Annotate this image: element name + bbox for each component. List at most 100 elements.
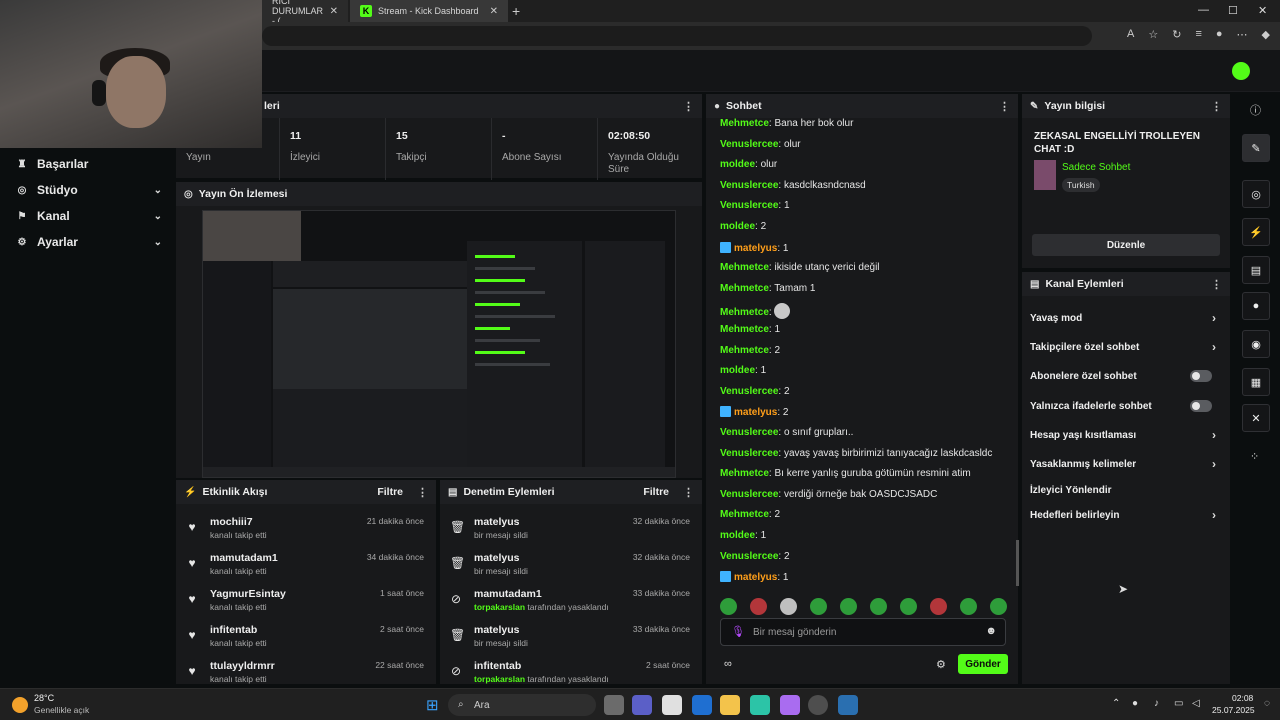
sidebar-item-basarilar[interactable]: ♜ Başarılar — [16, 154, 162, 174]
clock-date[interactable]: 25.07.2025 — [1212, 705, 1255, 715]
chat-username[interactable]: moldee — [720, 365, 755, 376]
emote-icon[interactable] — [900, 598, 917, 615]
chat-username[interactable]: Mehmetce — [720, 345, 769, 356]
moderator-name[interactable]: torpakarslan — [474, 602, 525, 612]
task-view-icon[interactable] — [604, 695, 624, 715]
close-tab-icon[interactable]: ✕ — [490, 6, 498, 17]
stream-preview-video[interactable] — [202, 210, 676, 478]
category-thumbnail[interactable] — [1034, 160, 1056, 190]
moderation-user[interactable]: matelyus — [474, 624, 520, 636]
emoji-picker-icon[interactable]: ☻ — [985, 625, 997, 637]
moderation-user[interactable]: matelyus — [474, 552, 520, 564]
chat-scrollbar[interactable] — [1016, 540, 1019, 586]
send-button[interactable]: Gönder — [958, 654, 1008, 674]
browser-tab[interactable]: RİCİ DURUMLAR - ( ✕ — [262, 0, 348, 26]
app-icon[interactable] — [838, 695, 858, 715]
moderator-name[interactable]: torpakarslan — [474, 674, 525, 684]
close-window-button[interactable]: ✕ — [1258, 4, 1267, 17]
more-options-icon[interactable]: ⋮ — [1211, 100, 1222, 113]
emote-icon[interactable] — [930, 598, 947, 615]
activity-user[interactable]: infitentab — [210, 624, 257, 636]
emote-icon[interactable] — [780, 598, 797, 615]
action-host[interactable]: İzleyici Yönlendir — [1030, 479, 1222, 501]
emote-icon[interactable] — [960, 598, 977, 615]
volume-icon[interactable]: ◁ — [1192, 698, 1200, 709]
more-options-icon[interactable]: ⋮ — [683, 486, 694, 499]
refresh-icon[interactable]: ↻ — [1172, 28, 1181, 41]
emotes-only-toggle[interactable] — [1190, 400, 1212, 412]
broadcast-icon[interactable]: ◉ — [1242, 330, 1270, 358]
sidebar-item-kanal[interactable]: ⚑ Kanal ⌄ — [16, 206, 162, 226]
emote-icon[interactable] — [810, 598, 827, 615]
lightning-icon[interactable]: ⚡ — [1242, 218, 1270, 246]
edge-icon[interactable] — [750, 695, 770, 715]
chat-username[interactable]: Mehmetce — [720, 118, 769, 129]
chat-username[interactable]: Venuslercee — [720, 139, 778, 150]
windows-start-icon[interactable]: ⊞ — [426, 696, 439, 714]
emote-icon[interactable] — [870, 598, 887, 615]
notifications-icon[interactable]: ◌ — [1264, 698, 1270, 709]
document-icon[interactable]: ▤ — [1242, 256, 1270, 284]
moderation-user[interactable]: mamutadam1 — [474, 588, 542, 600]
activity-user[interactable]: ttulayyldrmrr — [210, 660, 275, 672]
category-link[interactable]: Sadece Sohbet — [1062, 162, 1130, 173]
chat-username[interactable]: Mehmetce — [720, 262, 769, 273]
chat-input[interactable]: 🎙 Bir mesaj gönderin ☻ — [720, 618, 1006, 646]
chevron-up-icon[interactable]: ⌃ — [1112, 698, 1120, 709]
copilot-icon[interactable]: ◆ — [1262, 28, 1270, 41]
activity-filter-button[interactable]: Filtre — [377, 486, 403, 498]
moderation-filter-button[interactable]: Filtre — [643, 486, 669, 498]
moderation-user[interactable]: infitentab — [474, 660, 521, 672]
chat-username[interactable]: Venuslercee — [720, 386, 778, 397]
chat-username[interactable]: moldee — [720, 159, 755, 170]
microphone-icon[interactable]: 🎙 — [731, 625, 745, 638]
chat-username[interactable]: Venuslercee — [720, 448, 778, 459]
read-aloud-icon[interactable]: A — [1127, 28, 1134, 41]
activity-user[interactable]: mochiii7 — [210, 516, 253, 528]
explorer-icon[interactable] — [720, 695, 740, 715]
chat-username[interactable]: Venuslercee — [720, 200, 778, 211]
activity-user[interactable]: mamutadam1 — [210, 552, 278, 564]
more-options-icon[interactable]: ⋮ — [1211, 278, 1222, 291]
chat-username[interactable]: Venuslercee — [720, 180, 778, 191]
taskbar-search[interactable]: ⌕ Ara — [448, 694, 596, 716]
outlook-icon[interactable] — [692, 695, 712, 715]
emote-icon[interactable] — [750, 598, 767, 615]
new-tab-button[interactable]: + — [512, 3, 520, 19]
chat-username[interactable]: Mehmetce — [720, 509, 769, 520]
collections-icon[interactable]: ≡ — [1195, 28, 1201, 41]
close-tab-icon[interactable]: ✕ — [330, 6, 338, 17]
moderation-user[interactable]: matelyus — [474, 516, 520, 528]
action-goals[interactable]: Hedefleri belirleyin › — [1030, 504, 1222, 526]
edit-button[interactable]: Düzenle — [1032, 234, 1220, 256]
subscribers-only-toggle[interactable] — [1190, 370, 1212, 382]
chat-username[interactable]: matelyus — [734, 407, 777, 418]
camera-icon[interactable]: ◎ — [1242, 180, 1270, 208]
minimize-button[interactable]: — — [1198, 4, 1209, 16]
more-options-icon[interactable]: ⋮ — [999, 100, 1010, 113]
more-options-icon[interactable]: ⋮ — [417, 486, 428, 499]
maximize-button[interactable]: ☐ — [1228, 4, 1238, 17]
address-field[interactable] — [262, 26, 1092, 46]
chat-username[interactable]: Mehmetce — [720, 324, 769, 335]
clock-time[interactable]: 02:08 — [1232, 693, 1253, 703]
edit-icon[interactable]: ✎ — [1242, 134, 1270, 162]
obs-icon[interactable] — [808, 695, 828, 715]
action-slow-mode[interactable]: Yavaş mod › — [1030, 307, 1222, 329]
browser-tab-active[interactable]: K Stream - Kick Dashboard ✕ — [350, 0, 508, 22]
action-account-age[interactable]: Hesap yaşı kısıtlaması › — [1030, 424, 1222, 446]
sidebar-item-studyo[interactable]: ◎ Stüdyo ⌄ — [16, 180, 162, 200]
more-menu-icon[interactable]: ⋯ — [1237, 28, 1248, 41]
copilot-icon[interactable] — [780, 695, 800, 715]
infinity-icon[interactable]: ∞ — [724, 658, 732, 670]
emote-icon[interactable] — [720, 598, 737, 615]
chat-username[interactable]: matelyus — [734, 243, 777, 254]
kick-logo-icon[interactable] — [1232, 62, 1250, 80]
chat-username[interactable]: Venuslercee — [720, 489, 778, 500]
more-options-icon[interactable]: ⋮ — [683, 100, 694, 113]
chat-username[interactable]: moldee — [720, 530, 755, 541]
dashboard-icon[interactable]: ▦ — [1242, 368, 1270, 396]
chat-username[interactable]: Mehmetce — [720, 307, 769, 318]
chat-username[interactable]: matelyus — [734, 572, 777, 583]
chat-settings-icon[interactable]: ⚙ — [936, 658, 946, 671]
